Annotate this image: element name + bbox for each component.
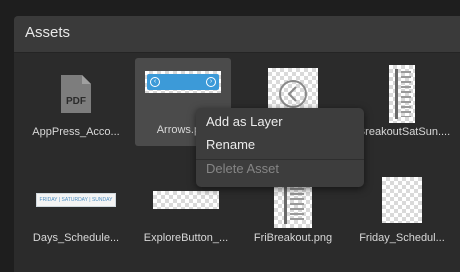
- schedule-image: [389, 65, 415, 123]
- panel-header: Assets: [14, 16, 460, 53]
- asset-thumbnail: [354, 172, 450, 228]
- arrows-image: ‹ ›: [145, 71, 221, 93]
- pdf-label: PDF: [66, 96, 86, 107]
- asset-label: ExploreButton_...: [143, 232, 229, 244]
- asset-label: Friday_Schedul...: [359, 232, 445, 244]
- asset-label: Days_Schedule...: [32, 232, 120, 244]
- pdf-file-icon: PDF: [60, 74, 92, 114]
- menu-item-delete-asset[interactable]: Delete Asset: [206, 161, 279, 176]
- days-bar-text: FRIDAY | SATURDAY | SUNDAY: [39, 197, 113, 203]
- menu-divider: [196, 159, 364, 160]
- menu-item-rename[interactable]: Rename: [206, 137, 255, 152]
- left-arrow-icon: ‹: [150, 77, 160, 87]
- panel-title: Assets: [25, 24, 71, 41]
- asset-item-apppress[interactable]: PDF AppPress_Acco...: [28, 60, 124, 148]
- menu-item-add-as-layer[interactable]: Add as Layer: [206, 114, 283, 129]
- asset-label: FriBreakout.png: [253, 232, 333, 244]
- schedule-image: [382, 177, 422, 223]
- right-arrow-icon: ›: [206, 77, 216, 87]
- asset-label: AppPress_Acco...: [32, 126, 120, 138]
- context-menu: Add as Layer Rename Delete Asset: [196, 108, 364, 187]
- asset-thumbnail: ‹ ›: [135, 62, 231, 102]
- asset-item-breakout[interactable]: BreakoutSatSun....: [354, 60, 450, 148]
- asset-item-friday-schedule[interactable]: Friday_Schedul...: [354, 166, 450, 254]
- asset-thumbnail: PDF: [28, 66, 124, 122]
- days-bar-image: FRIDAY | SATURDAY | SUNDAY: [36, 193, 116, 207]
- asset-thumbnail: FRIDAY | SATURDAY | SUNDAY: [28, 172, 124, 228]
- asset-thumbnail: [354, 65, 450, 123]
- checker-image: [153, 191, 219, 209]
- asset-item-days-schedule[interactable]: FRIDAY | SATURDAY | SUNDAY Days_Schedule…: [28, 166, 124, 254]
